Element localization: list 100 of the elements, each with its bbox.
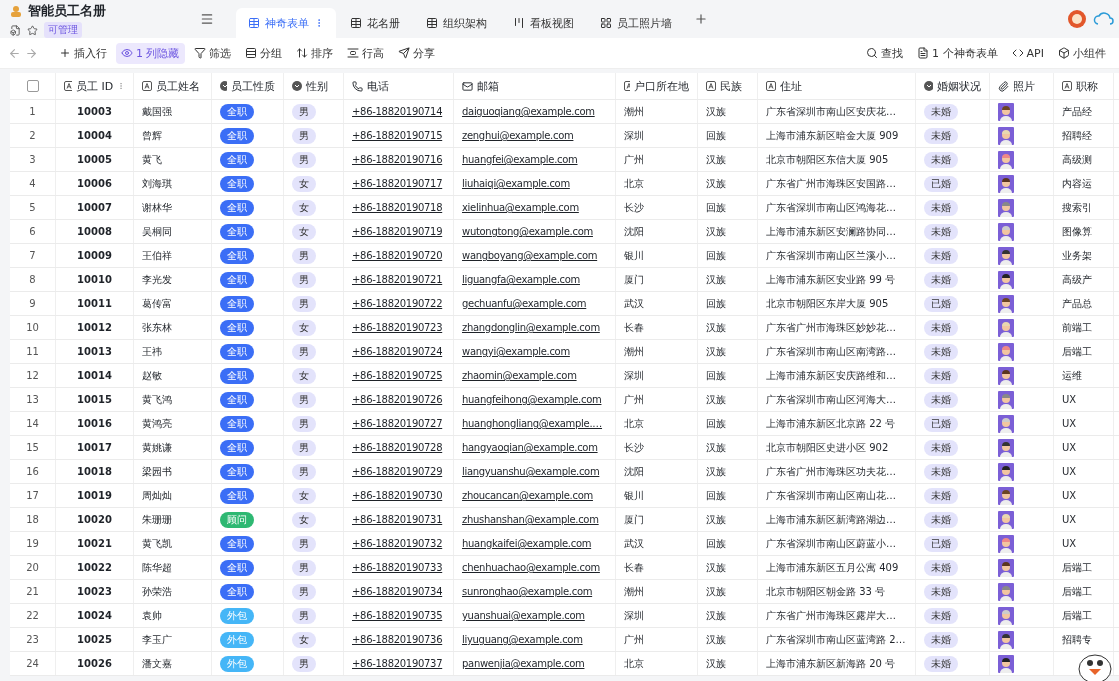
toolbar-button[interactable]: 行高 bbox=[341, 42, 389, 64]
phone-link[interactable]: +86-18820190725 bbox=[352, 370, 443, 381]
table-cell: 广东省深圳市南山区南湾路… bbox=[766, 344, 896, 359]
avatar-photo bbox=[998, 222, 1014, 241]
email-link[interactable]: huanghongliang@example.… bbox=[462, 418, 603, 429]
phone-link[interactable]: +86-18820190730 bbox=[352, 490, 443, 501]
phone-link[interactable]: +86-18820190715 bbox=[352, 130, 443, 141]
email-link[interactable]: sunronghao@example.com bbox=[462, 586, 593, 597]
marital-tag: 未婚 bbox=[924, 271, 958, 288]
gender-tag: 男 bbox=[292, 391, 316, 408]
email-link[interactable]: zhaomin@example.com bbox=[462, 370, 577, 381]
toolbar-button[interactable]: 分组 bbox=[239, 42, 287, 64]
view-tab[interactable]: 员工照片墙 bbox=[588, 8, 684, 38]
select-all-checkbox[interactable] bbox=[26, 80, 39, 92]
gender-tag: 男 bbox=[292, 247, 316, 264]
document-icon[interactable] bbox=[10, 24, 21, 36]
email-link[interactable]: daiguoqiang@example.com bbox=[462, 106, 595, 117]
marital-tag: 未婚 bbox=[924, 319, 958, 336]
email-link[interactable]: yuanshuai@example.com bbox=[462, 610, 585, 621]
table-cell: 10020 bbox=[77, 514, 112, 525]
redo-icon[interactable] bbox=[25, 46, 38, 60]
plus-icon bbox=[59, 47, 71, 59]
table-cell: 广东省深圳市南山区南山花… bbox=[766, 488, 896, 503]
email-link[interactable]: zhushanshan@example.com bbox=[462, 514, 599, 525]
email-link[interactable]: liyuguang@example.com bbox=[462, 634, 583, 645]
table-cell: 北京市朝阳区东岸大厦 905 bbox=[766, 296, 889, 311]
more-icon[interactable] bbox=[117, 81, 125, 91]
toolbar-button[interactable]: 插入行 bbox=[54, 42, 112, 64]
email-link[interactable]: zenghui@example.com bbox=[462, 130, 574, 141]
toolbar-button[interactable]: 1 个神奇表单 bbox=[912, 42, 1003, 64]
gender-tag: 女 bbox=[292, 319, 316, 336]
view-tab[interactable]: 神奇表单 bbox=[236, 8, 336, 38]
cloud-icon[interactable] bbox=[1093, 11, 1115, 27]
toolbar-button[interactable]: 分享 bbox=[392, 42, 440, 64]
phone-link[interactable]: +86-18820190731 bbox=[352, 514, 443, 525]
toolbar-button[interactable]: 排序 bbox=[290, 42, 338, 64]
table-cell: 长沙 bbox=[624, 200, 644, 215]
table-cell: 招聘经 bbox=[1062, 128, 1092, 143]
email-link[interactable]: liguangfa@example.com bbox=[462, 274, 580, 285]
undo-icon[interactable] bbox=[8, 46, 21, 60]
phone-link[interactable]: +86-18820190726 bbox=[352, 394, 443, 405]
view-tab[interactable]: 看板视图 bbox=[501, 8, 586, 38]
phone-link[interactable]: +86-18820190734 bbox=[352, 586, 443, 597]
toolbar-button[interactable]: 小组件 bbox=[1053, 42, 1111, 64]
toolbar-button[interactable]: 筛选 bbox=[188, 42, 236, 64]
phone-link[interactable]: +86-18820190724 bbox=[352, 346, 443, 357]
phone-link[interactable]: +86-18820190723 bbox=[352, 322, 443, 333]
user-avatar[interactable] bbox=[1067, 9, 1087, 29]
table-cell: 北京市朝阳区朝金路 33 号 bbox=[766, 584, 886, 599]
toolbar-button[interactable]: 1 列隐藏 bbox=[116, 42, 185, 64]
email-link[interactable]: zhangdonglin@example.com bbox=[462, 322, 600, 333]
phone-link[interactable]: +86-18820190717 bbox=[352, 178, 443, 189]
email-link[interactable]: gechuanfu@example.com bbox=[462, 298, 587, 309]
phone-link[interactable]: +86-18820190727 bbox=[352, 418, 443, 429]
toolbar-button[interactable]: API bbox=[1006, 43, 1049, 63]
employment-tag: 外包 bbox=[220, 607, 254, 624]
phone-link[interactable]: +86-18820190721 bbox=[352, 274, 443, 285]
table-cell: 黄姚谦 bbox=[142, 440, 172, 455]
email-link[interactable]: huangfeihong@example.com bbox=[462, 394, 602, 405]
mascot-icon[interactable] bbox=[1077, 651, 1113, 681]
email-link[interactable]: xielinhua@example.com bbox=[462, 202, 579, 213]
phone-link[interactable]: +86-18820190733 bbox=[352, 562, 443, 573]
email-link[interactable]: huangkaifei@example.com bbox=[462, 538, 592, 549]
menu-icon[interactable] bbox=[200, 12, 214, 26]
email-link[interactable]: liangyuanshu@example.com bbox=[462, 466, 600, 477]
view-tab[interactable]: 花名册 bbox=[338, 8, 412, 38]
phone-link[interactable]: +86-18820190722 bbox=[352, 298, 443, 309]
email-link[interactable]: huangfei@example.com bbox=[462, 154, 578, 165]
toolbar-button[interactable]: 查找 bbox=[861, 42, 909, 64]
phone-link[interactable]: +86-18820190718 bbox=[352, 202, 443, 213]
email-link[interactable]: panwenjia@example.com bbox=[462, 658, 585, 669]
employment-tag: 全职 bbox=[220, 559, 254, 576]
phone-link[interactable]: +86-18820190728 bbox=[352, 442, 443, 453]
phone-link[interactable]: +86-18820190716 bbox=[352, 154, 443, 165]
phone-link[interactable]: +86-18820190736 bbox=[352, 634, 443, 645]
employment-tag: 全职 bbox=[220, 319, 254, 336]
add-tab-icon[interactable] bbox=[694, 12, 708, 26]
email-link[interactable]: liuhaiqi@example.com bbox=[462, 178, 570, 189]
table-cell: 上海市浦东新区新湾路湖边… bbox=[766, 512, 896, 527]
table-cell: 广东省深圳市南山区鸿海花… bbox=[766, 200, 896, 215]
phone-link[interactable]: +86-18820190737 bbox=[352, 658, 443, 669]
row-number: 6 bbox=[29, 226, 36, 237]
avatar-photo bbox=[998, 582, 1014, 601]
phone-link[interactable]: +86-18820190729 bbox=[352, 466, 443, 477]
email-link[interactable]: wangboyang@example.com bbox=[462, 250, 598, 261]
email-link[interactable]: wangyi@example.com bbox=[462, 346, 570, 357]
table-cell: 高级测 bbox=[1062, 152, 1092, 167]
gender-tag: 男 bbox=[292, 415, 316, 432]
email-link[interactable]: zhoucancan@example.com bbox=[462, 490, 593, 501]
email-link[interactable]: hangyaoqian@example.com bbox=[462, 442, 598, 453]
phone-link[interactable]: +86-18820190732 bbox=[352, 538, 443, 549]
email-link[interactable]: wutongtong@example.com bbox=[462, 226, 593, 237]
phone-link[interactable]: +86-18820190735 bbox=[352, 610, 443, 621]
phone-link[interactable]: +86-18820190720 bbox=[352, 250, 443, 261]
phone-link[interactable]: +86-18820190719 bbox=[352, 226, 443, 237]
star-icon[interactable] bbox=[27, 24, 38, 36]
view-tab[interactable]: 组织架构 bbox=[414, 8, 499, 38]
phone-link[interactable]: +86-18820190714 bbox=[352, 106, 443, 117]
text-field-icon bbox=[624, 81, 630, 91]
email-link[interactable]: chenhuachao@example.com bbox=[462, 562, 600, 573]
